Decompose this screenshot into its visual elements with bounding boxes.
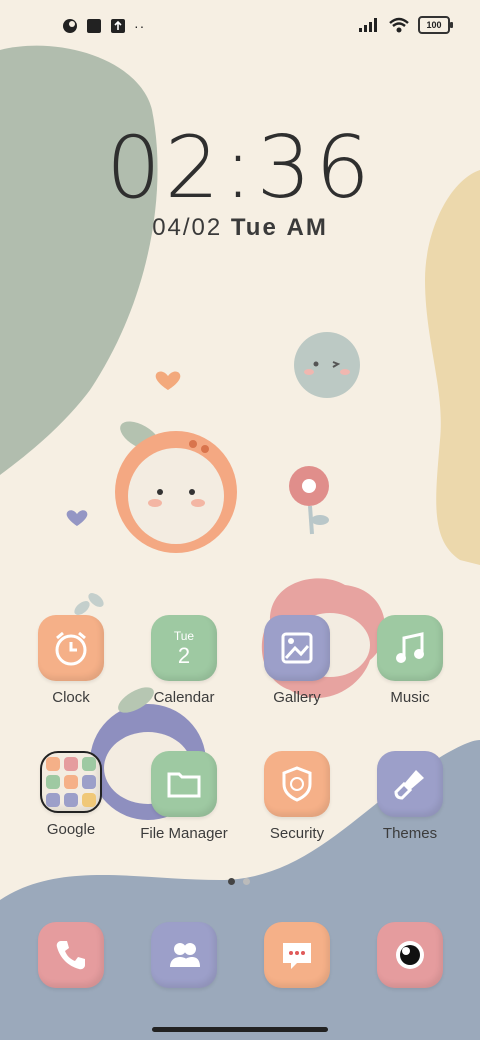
folder-icon: [40, 751, 102, 813]
calendar-day: Tue: [173, 629, 195, 643]
messages-icon: [264, 922, 330, 988]
dock-messages[interactable]: [242, 922, 352, 988]
app-label: Music: [390, 689, 430, 706]
folder-icon: [151, 751, 217, 817]
app-security[interactable]: Security: [242, 751, 352, 842]
date-ampm: AM: [286, 214, 328, 241]
app-label: Calendar: [153, 689, 215, 706]
shield-icon: [264, 751, 330, 817]
dock-contacts[interactable]: [129, 922, 239, 988]
youtube-icon: [46, 775, 60, 789]
clock-icon: [38, 615, 104, 681]
signal-icon: [359, 18, 377, 32]
gmail-icon: [64, 757, 78, 771]
app-label: File Manager: [140, 825, 228, 842]
wifi-icon: [389, 17, 409, 33]
battery-icon: 100: [418, 16, 453, 34]
app-gallery[interactable]: Gallery: [242, 615, 352, 706]
more-icon: ··: [134, 18, 146, 34]
calendar-icon: Tue 2: [151, 615, 217, 681]
calendar-date: 2: [177, 643, 191, 668]
phone-icon: [38, 922, 104, 988]
app-label: Security: [269, 825, 325, 842]
drive-icon: [82, 775, 96, 789]
brush-icon: [377, 751, 443, 817]
page-dot-active: [228, 878, 235, 885]
app-file-manager[interactable]: File Manager: [129, 751, 239, 842]
photos-icon: [64, 793, 78, 807]
app-calendar[interactable]: Tue 2 Calendar: [129, 615, 239, 706]
app-label: Themes: [382, 825, 438, 842]
dock-phone[interactable]: [16, 922, 126, 988]
gallery-icon: [264, 615, 330, 681]
chrome-icon: [46, 793, 60, 807]
page-dot: [243, 878, 250, 885]
music-note-icon: [377, 615, 443, 681]
meet-icon: [64, 775, 78, 789]
square-icon: [87, 19, 101, 33]
date-value: 04/02: [152, 214, 223, 241]
contacts-icon: [151, 922, 217, 988]
upload-icon: [111, 19, 125, 33]
google-app-icon: [46, 757, 60, 771]
camera-icon: [377, 922, 443, 988]
clock-date: 04/02 Tue AM: [0, 214, 480, 242]
app-label: Clock: [52, 689, 90, 706]
app-clock[interactable]: Clock: [16, 615, 126, 706]
clock-time: 02:36: [106, 118, 374, 218]
date-weekday: Tue: [230, 214, 278, 241]
app-label: Gallery: [273, 689, 321, 706]
status-left: ··: [62, 18, 145, 34]
status-bar: ·· 100: [0, 14, 480, 42]
dock-camera[interactable]: [355, 922, 465, 988]
maps-icon: [82, 757, 96, 771]
files-icon: [82, 793, 96, 807]
battery-level: 100: [426, 20, 442, 30]
folder-google[interactable]: Google: [16, 751, 126, 838]
app-themes[interactable]: Themes: [355, 751, 465, 842]
status-right: 100: [358, 16, 453, 34]
gesture-bar[interactable]: [152, 1027, 328, 1032]
app-label: Google: [46, 821, 96, 838]
app-icon: [63, 19, 77, 33]
page-indicator[interactable]: [228, 878, 250, 885]
app-music[interactable]: Music: [355, 615, 465, 706]
